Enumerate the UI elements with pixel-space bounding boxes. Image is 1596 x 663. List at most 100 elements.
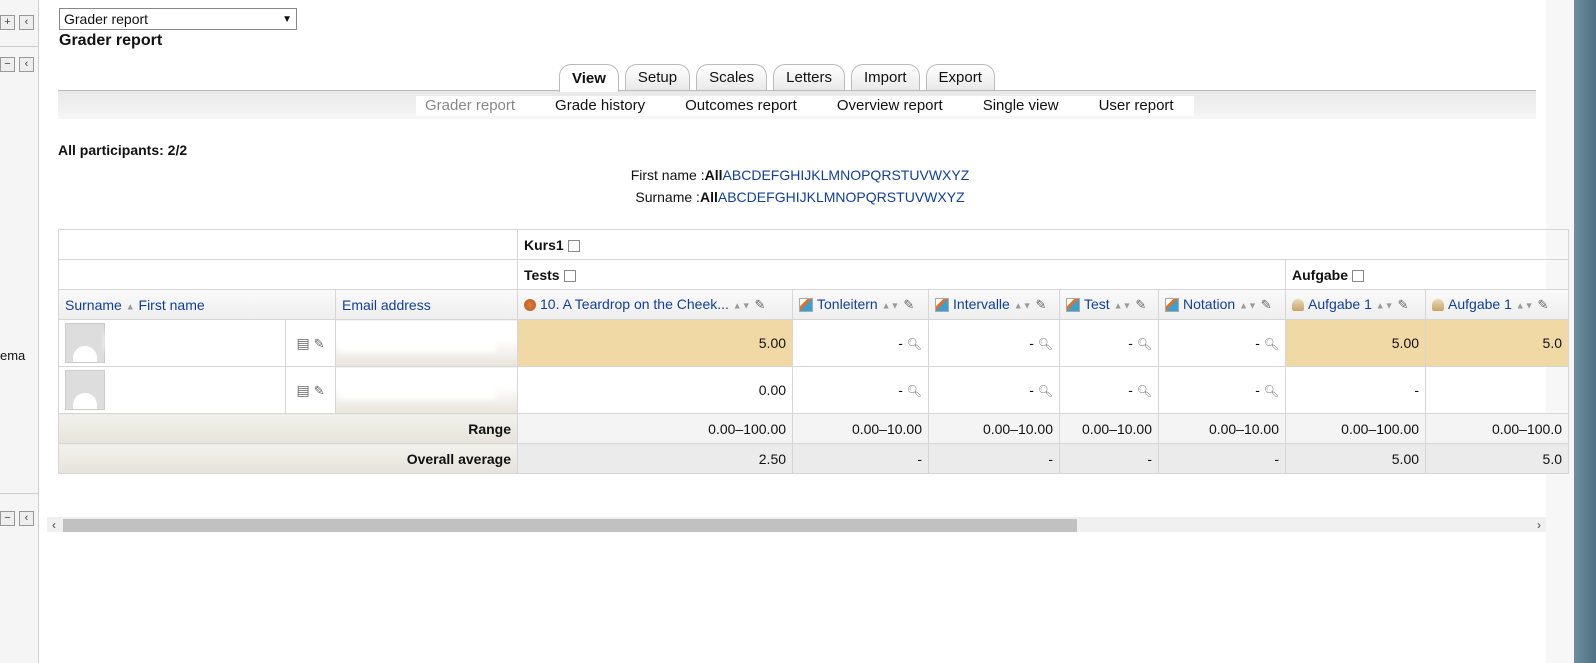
subtab-outcomes-report[interactable]: Outcomes report xyxy=(665,96,817,116)
initial-letter-c[interactable]: C xyxy=(741,167,751,183)
initial-letter-m[interactable]: M xyxy=(828,167,840,183)
initial-all[interactable]: All xyxy=(705,167,723,183)
initial-letter-r[interactable]: R xyxy=(877,189,887,205)
grade-cell[interactable]: - 🔍︎ xyxy=(928,319,1061,367)
subtab-overview-report[interactable]: Overview report xyxy=(817,96,963,116)
expand-icon[interactable]: + xyxy=(0,15,15,30)
collapse-category-icon[interactable] xyxy=(563,269,576,282)
initial-letter-l[interactable]: L xyxy=(816,189,824,205)
initial-letter-z[interactable]: Z xyxy=(961,167,970,183)
initial-letter-j[interactable]: J xyxy=(800,189,807,205)
grade-cell[interactable]: - 🔍︎ xyxy=(1059,319,1160,367)
initial-letter-d[interactable]: D xyxy=(751,167,761,183)
dock-icon[interactable]: ‹ xyxy=(19,57,34,72)
pencil-icon[interactable]: ✎ xyxy=(1397,297,1408,312)
pencil-icon[interactable]: ✎ xyxy=(903,297,914,312)
sort-toggle-icon[interactable]: ▲▼ xyxy=(1516,300,1534,310)
search-icon[interactable]: 🔍︎ xyxy=(1137,384,1152,398)
initial-letter-g[interactable]: G xyxy=(775,189,786,205)
initial-letter-a[interactable]: A xyxy=(718,189,727,205)
initial-letter-k[interactable]: K xyxy=(811,167,820,183)
initial-letter-s[interactable]: S xyxy=(887,189,896,205)
initial-letter-t[interactable]: T xyxy=(896,189,905,205)
initial-letter-r[interactable]: R xyxy=(881,167,891,183)
initial-letter-x[interactable]: X xyxy=(942,167,951,183)
initial-letter-y[interactable]: Y xyxy=(951,167,960,183)
initial-letter-d[interactable]: D xyxy=(747,189,757,205)
pencil-icon[interactable]: ✎ xyxy=(755,297,766,312)
pencil-icon[interactable]: ✎ xyxy=(314,336,325,351)
initial-letter-h[interactable]: H xyxy=(786,189,796,205)
grade-item-link[interactable]: Aufgabe 1 xyxy=(1448,296,1512,312)
sort-toggle-icon[interactable]: ▲▼ xyxy=(1376,300,1394,310)
collapse-category-icon[interactable] xyxy=(567,239,580,252)
avatar[interactable] xyxy=(65,370,105,410)
sort-asc-icon[interactable]: ▲ xyxy=(126,301,135,311)
initial-letter-z[interactable]: Z xyxy=(956,189,965,205)
dock-icon[interactable]: ‹ xyxy=(19,511,34,526)
grade-cell[interactable]: - xyxy=(1285,366,1427,414)
pencil-icon[interactable]: ✎ xyxy=(1135,297,1146,312)
grade-item-link[interactable]: 10. A Teardrop on the Cheek... xyxy=(540,296,729,312)
grade-item-link[interactable]: Test xyxy=(1084,296,1110,312)
grade-cell[interactable]: - 🔍︎ xyxy=(792,366,930,414)
sort-toggle-icon[interactable]: ▲▼ xyxy=(1014,300,1032,310)
tab-view[interactable]: View xyxy=(559,64,619,92)
sort-toggle-icon[interactable]: ▲▼ xyxy=(882,300,900,310)
subtab-single-view[interactable]: Single view xyxy=(963,96,1079,116)
collapse-icon[interactable]: − xyxy=(0,511,15,526)
initial-letter-p[interactable]: P xyxy=(856,189,865,205)
initial-letter-y[interactable]: Y xyxy=(947,189,956,205)
initial-letter-f[interactable]: F xyxy=(766,189,775,205)
initial-letter-s[interactable]: S xyxy=(891,167,900,183)
initial-letter-w[interactable]: W xyxy=(929,167,942,183)
search-icon[interactable]: 🔍︎ xyxy=(907,337,922,351)
initial-letter-v[interactable]: V xyxy=(919,167,928,183)
subtab-user-report[interactable]: User report xyxy=(1079,96,1194,116)
initial-letter-e[interactable]: E xyxy=(757,189,766,205)
grade-cell[interactable]: - 🔍︎ xyxy=(1158,366,1287,414)
initial-letter-n[interactable]: N xyxy=(835,189,845,205)
initial-letter-a[interactable]: A xyxy=(723,167,732,183)
sort-firstname-link[interactable]: First name xyxy=(139,297,205,313)
initial-letter-q[interactable]: Q xyxy=(870,167,881,183)
sort-surname-link[interactable]: Surname xyxy=(65,297,122,313)
initial-letter-x[interactable]: X xyxy=(937,189,946,205)
initial-letter-b[interactable]: B xyxy=(727,189,736,205)
scroll-left-icon[interactable]: ‹ xyxy=(47,517,61,532)
initial-all[interactable]: All xyxy=(700,189,718,205)
pencil-icon[interactable]: ✎ xyxy=(1261,297,1272,312)
report-icon[interactable]: ▤ xyxy=(296,382,309,398)
pencil-icon[interactable]: ✎ xyxy=(1035,297,1046,312)
initial-letter-h[interactable]: H xyxy=(790,167,800,183)
grade-item-link[interactable]: Aufgabe 1 xyxy=(1308,296,1372,312)
initial-letter-u[interactable]: U xyxy=(905,189,915,205)
grade-item-link[interactable]: Intervalle xyxy=(953,296,1010,312)
collapse-icon[interactable]: − xyxy=(0,57,15,72)
sort-toggle-icon[interactable]: ▲▼ xyxy=(1239,300,1257,310)
search-icon[interactable]: 🔍︎ xyxy=(907,384,922,398)
initial-letter-q[interactable]: Q xyxy=(866,189,877,205)
initial-letter-v[interactable]: V xyxy=(915,189,924,205)
tab-import[interactable]: Import xyxy=(851,64,920,90)
search-icon[interactable]: 🔍︎ xyxy=(1038,384,1053,398)
search-icon[interactable]: 🔍︎ xyxy=(1137,337,1152,351)
report-icon[interactable]: ▤ xyxy=(296,335,309,351)
tab-letters[interactable]: Letters xyxy=(773,64,846,90)
initial-letter-e[interactable]: E xyxy=(761,167,770,183)
tab-export[interactable]: Export xyxy=(925,64,995,90)
search-icon[interactable]: 🔍︎ xyxy=(1264,337,1279,351)
initial-letter-o[interactable]: O xyxy=(850,167,861,183)
avatar[interactable] xyxy=(65,323,105,363)
initial-letter-w[interactable]: W xyxy=(924,189,937,205)
collapse-category-icon[interactable] xyxy=(1352,269,1365,282)
initial-letter-c[interactable]: C xyxy=(737,189,747,205)
grade-cell[interactable] xyxy=(1425,366,1570,414)
student-name-cell[interactable] xyxy=(58,319,286,367)
scrollbar-thumb[interactable] xyxy=(63,519,1077,532)
grade-cell[interactable]: - 🔍︎ xyxy=(1059,366,1160,414)
sort-toggle-icon[interactable]: ▲▼ xyxy=(733,300,751,310)
subtab-grade-history[interactable]: Grade history xyxy=(535,96,665,116)
pencil-icon[interactable]: ✎ xyxy=(1537,297,1548,312)
sort-email-link[interactable]: Email address xyxy=(334,289,519,320)
